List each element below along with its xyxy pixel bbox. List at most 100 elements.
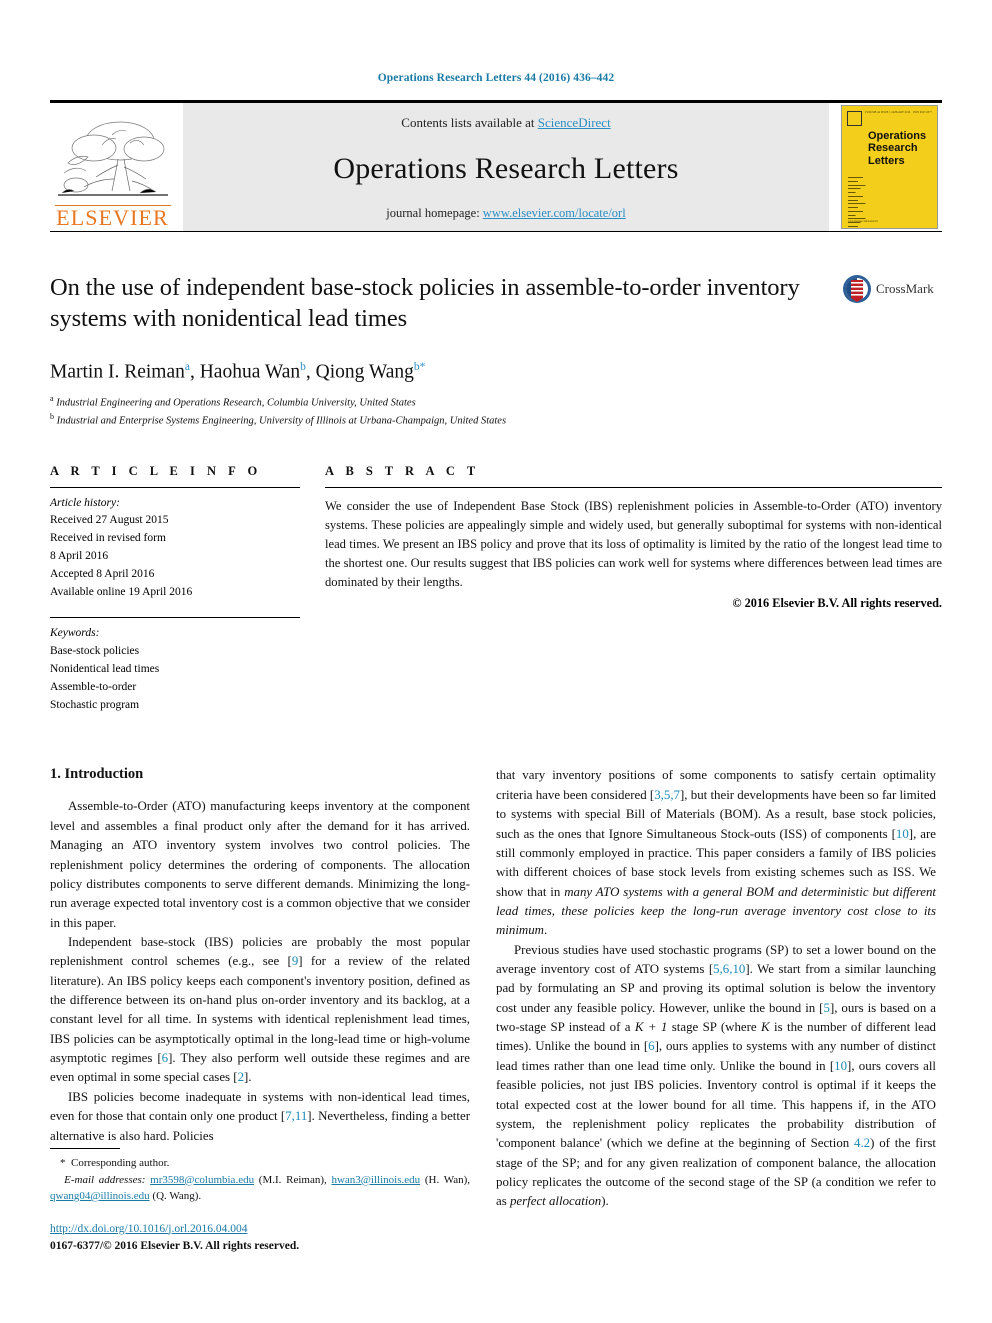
journal-masthead: ELSEVIER Contents lists available at Sci…	[50, 100, 942, 231]
body-column-left: 1. Introduction Assemble-to-Order (ATO) …	[50, 766, 470, 1211]
corresponding-text: Corresponding author.	[71, 1157, 170, 1169]
paper-page: Operations Research Letters 44 (2016) 43…	[0, 0, 992, 1323]
contents-line: Contents lists available at ScienceDirec…	[401, 115, 610, 131]
journal-center-band: Contents lists available at ScienceDirec…	[183, 103, 829, 231]
journal-homepage-link[interactable]: www.elsevier.com/locate/orl	[483, 206, 626, 220]
keywords-block: Keywords: Base-stock policies Nonidentic…	[50, 618, 300, 714]
author-affil-mark-2: b	[300, 361, 306, 373]
title-area: On the use of independent base-stock pol…	[50, 272, 942, 344]
citation-10[interactable]: 10	[896, 827, 909, 841]
article-history-item-4: Available online 19 April 2016	[50, 585, 193, 598]
p2-d: ].	[244, 1070, 252, 1085]
journal-name: Operations Research Letters	[333, 151, 679, 185]
doi-link[interactable]: http://dx.doi.org/10.1016/j.orl.2016.04.…	[50, 1223, 248, 1235]
corresponding-author-mark: *	[419, 361, 426, 373]
article-history-item-1: Received in revised form	[50, 532, 166, 545]
affiliation-mark-a: a	[50, 393, 54, 403]
article-history-label: Article history:	[50, 496, 120, 509]
affiliation-text-b: Industrial and Enterprise Systems Engine…	[56, 415, 507, 427]
email-owner-1: (M.I. Reiman)	[258, 1173, 324, 1186]
author-name-2: Haohua Wan	[199, 361, 301, 383]
journal-homepage-line: journal homepage: www.elsevier.com/locat…	[386, 206, 625, 221]
paragraph-intro-4: Previous studies have used stochastic pr…	[496, 941, 936, 1212]
paragraph-intro-3-cont: that vary inventory positions of some co…	[496, 766, 936, 940]
keywords-label: Keywords:	[50, 627, 100, 640]
doi-block: http://dx.doi.org/10.1016/j.orl.2016.04.…	[50, 1221, 470, 1256]
elsevier-tree-icon	[57, 121, 168, 196]
author-name-1: Martin I. Reiman	[50, 361, 185, 383]
article-info-column: A R T I C L E I N F O Article history: R…	[50, 464, 300, 715]
term-perfect-allocation: perfect allocation	[509, 1194, 602, 1209]
sciencedirect-link[interactable]: ScienceDirect	[538, 115, 611, 130]
email-addresses-note: E-mail addresses: mr3598@columbia.edu (M…	[50, 1173, 471, 1203]
section-link-4-2[interactable]: 4.2	[854, 1136, 870, 1150]
email-label: E-mail addresses:	[64, 1173, 146, 1186]
masthead-bottom-rule	[50, 231, 942, 232]
r2-d: stage SP (where	[667, 1020, 762, 1035]
body-column-right: that vary inventory positions of some co…	[496, 766, 936, 1211]
affiliation-list: a Industrial Engineering and Operations …	[50, 393, 942, 430]
affiliation-mark-b: b	[50, 412, 54, 421]
math-k-plus-1: K + 1	[634, 1020, 668, 1035]
email-link-2[interactable]: hwan3@illinois.edu	[331, 1174, 420, 1186]
footnote-rule	[50, 1148, 120, 1149]
cover-title-line3: Letters	[868, 154, 905, 167]
crossmark-icon	[843, 275, 871, 303]
affiliation-b: b Industrial and Enterprise Systems Engi…	[50, 411, 942, 430]
article-info-heading: A R T I C L E I N F O	[50, 463, 262, 478]
article-history-item-0: Received 27 August 2015	[50, 514, 169, 527]
keyword-3: Stochastic program	[50, 698, 140, 711]
cover-title-line1: Operations	[868, 130, 927, 142]
abstract-heading: A B S T R A C T	[325, 463, 480, 478]
cover-publisher-logo-icon	[847, 111, 862, 126]
footnote-region: * Corresponding author. E-mail addresses…	[50, 1148, 470, 1255]
contents-prefix: Contents lists available at	[401, 115, 538, 130]
paragraph-intro-1: Assemble-to-Order (ATO) manufacturing ke…	[50, 799, 470, 930]
cover-title: Operations Research Letters	[868, 130, 926, 167]
author-affil-mark-1: a	[184, 361, 190, 373]
keyword-0: Base-stock policies	[50, 645, 140, 658]
email-link-1[interactable]: mr3598@columbia.edu	[150, 1174, 254, 1186]
crossmark-badge[interactable]: CrossMark	[842, 274, 942, 304]
citation-7-11[interactable]: 7,11	[285, 1109, 307, 1123]
abstract-column: A B S T R A C T We consider the use of I…	[300, 464, 942, 715]
elsevier-logo-block: ELSEVIER	[50, 103, 175, 231]
citation-10b[interactable]: 10	[834, 1059, 847, 1073]
affiliation-a: a Industrial Engineering and Operations …	[50, 393, 942, 412]
math-k: K	[761, 1020, 770, 1035]
author-name-3: Qiong Wang	[315, 361, 414, 383]
info-abstract-region: A R T I C L E I N F O Article history: R…	[50, 464, 942, 715]
abstract-copyright: © 2016 Elsevier B.V. All rights reserved…	[732, 596, 942, 611]
corresponding-star: *	[60, 1157, 66, 1169]
body-columns: 1. Introduction Assemble-to-Order (ATO) …	[50, 766, 942, 1211]
paper-title: On the use of independent base-stock pol…	[50, 274, 800, 333]
crossmark-label: CrossMark	[876, 281, 934, 296]
elsevier-wordmark: ELSEVIER	[54, 205, 171, 230]
email-link-3[interactable]: qwang04@illinois.edu	[50, 1190, 150, 1202]
article-history-item-3: Accepted 8 April 2016	[50, 567, 155, 580]
author-list: Martin I. Reimana, Haohua Wanb, Qiong Wa…	[50, 361, 426, 383]
email-owner-2: (H. Wan)	[424, 1173, 468, 1186]
abstract-text: We consider the use of Independent Base …	[325, 498, 942, 590]
paragraph-intro-2: Independent base-stock (IBS) policies ar…	[50, 933, 470, 1088]
journal-cover-block: VOLUME 44 ISSUE 1 JANUARY 2016 ISSN 0167…	[837, 103, 942, 231]
cover-title-line2: Research	[868, 142, 918, 155]
running-head: Operations Research Letters 44 (2016) 43…	[377, 72, 615, 84]
issn-copyright-line: 0167-6377/© 2016 Elsevier B.V. All right…	[50, 1239, 300, 1252]
citation-3-5-7[interactable]: 3,5,7	[654, 788, 680, 802]
keyword-2: Assemble-to-order	[50, 680, 137, 693]
cover-volume-text: VOLUME 44 ISSUE 1 JANUARY 2016	[864, 111, 911, 114]
r1-d: .	[543, 923, 548, 938]
cover-footer-text: www.elsevier.com/locate/orl	[848, 220, 878, 223]
citation-5-6-10[interactable]: 5,6,10	[713, 962, 745, 976]
keyword-1: Nonidentical lead times	[50, 663, 160, 675]
p2-b: ] for a review of the related literature…	[50, 954, 470, 1066]
cover-issn-text: ISSN 0167-6377	[913, 111, 932, 114]
email-owner-3: (Q. Wang)	[152, 1190, 199, 1202]
article-history-block: Article history: Received 27 August 2015…	[50, 488, 300, 602]
journal-cover-thumbnail: VOLUME 44 ISSUE 1 JANUARY 2016 ISSN 0167…	[841, 105, 938, 229]
r2-i: ).	[601, 1194, 609, 1209]
corresponding-author-note: * Corresponding author.	[60, 1155, 470, 1172]
article-history-item-2: 8 April 2016	[50, 549, 109, 562]
homepage-prefix: journal homepage:	[386, 206, 483, 220]
